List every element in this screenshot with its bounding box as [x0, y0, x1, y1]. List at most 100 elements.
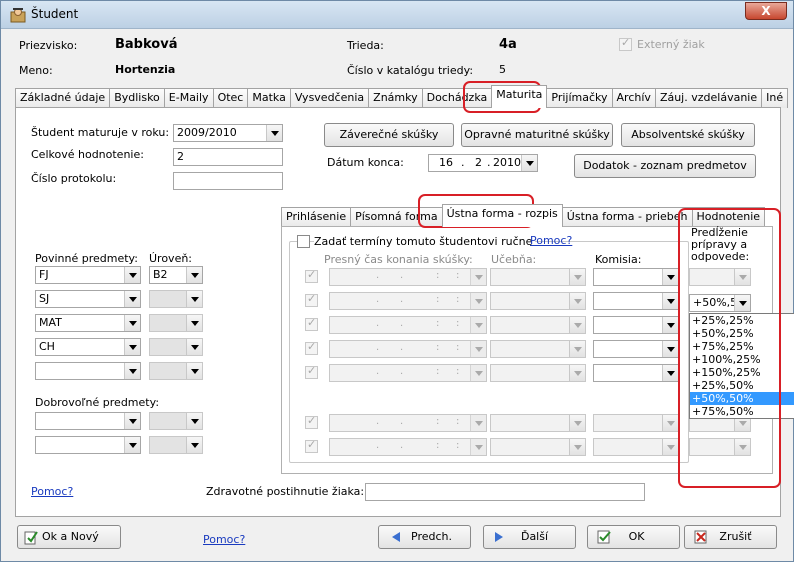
tab-z-kladn-daje[interactable]: Základné údaje: [15, 88, 111, 108]
ucebna-select[interactable]: [490, 292, 586, 310]
arrow-left-icon: [392, 532, 400, 542]
row-checkbox[interactable]: [305, 316, 318, 331]
povinne-label: Povinné predmety:: [35, 252, 138, 265]
student-window: Študent X Priezvisko: Babková Meno: Hort…: [0, 0, 794, 562]
chevron-down-icon: [186, 437, 202, 453]
time-separator: .: [376, 342, 380, 353]
time-separator: :: [436, 440, 440, 451]
ucebna-select[interactable]: [490, 414, 586, 432]
tab-zn-mky[interactable]: Známky: [368, 88, 423, 108]
cas-picker[interactable]: ..::: [329, 340, 487, 358]
uroven-select[interactable]: [149, 290, 203, 308]
tab-otec[interactable]: Otec: [212, 88, 249, 108]
cas-picker[interactable]: ..::: [329, 316, 487, 334]
dobrovolny-predmet-select[interactable]: [35, 412, 141, 430]
tab-z-uj-vzdel-vanie[interactable]: Záuj. vzdelávanie: [654, 88, 763, 108]
dalsi-button[interactable]: Ďalší: [483, 525, 576, 549]
povinny-predmet-select[interactable]: SJ: [35, 290, 141, 308]
time-separator: .: [400, 416, 404, 427]
time-separator: :: [436, 270, 440, 281]
uroven-select[interactable]: [149, 362, 203, 380]
tab-e-maily[interactable]: E-Maily: [163, 88, 214, 108]
dobrovolny-predmet-select[interactable]: [35, 436, 141, 454]
protokol-input[interactable]: [173, 172, 283, 190]
povinny-predmet-select[interactable]: CH: [35, 338, 141, 356]
zdravotne-input[interactable]: [365, 483, 645, 501]
row-checkbox[interactable]: [305, 268, 318, 283]
predlzenie-highlight: [678, 208, 781, 488]
row-checkbox[interactable]: [305, 292, 318, 307]
komisia-label: Komisia:: [595, 253, 642, 266]
opravne-skusky-button[interactable]: Opravné maturitné skúšky: [461, 123, 613, 147]
chevron-down-icon: [124, 291, 140, 307]
cas-picker[interactable]: ..::: [329, 414, 487, 432]
dodatok-button[interactable]: Dodatok - zoznam predmetov: [574, 154, 756, 178]
ucebna-select[interactable]: [490, 340, 586, 358]
povinny-predmet-select[interactable]: [35, 362, 141, 380]
chevron-down-icon: [186, 363, 202, 379]
komisia-select[interactable]: [593, 364, 679, 382]
komisia-select[interactable]: [593, 438, 679, 456]
uroven-select[interactable]: [149, 436, 203, 454]
subtab-0[interactable]: Prihlásenie: [281, 207, 352, 227]
ucebna-select[interactable]: [490, 438, 586, 456]
uroven-select[interactable]: [149, 412, 203, 430]
tab-bydlisko[interactable]: Bydlisko: [109, 88, 165, 108]
ucebna-select[interactable]: [490, 364, 586, 382]
cas-picker[interactable]: ..::: [329, 438, 487, 456]
predch-button[interactable]: Predch.: [378, 525, 471, 549]
tab-in-[interactable]: Iné: [761, 88, 789, 108]
uroven-select[interactable]: [149, 314, 203, 332]
zrusit-button[interactable]: Zrušiť: [684, 525, 777, 549]
povinny-predmet-select[interactable]: MAT: [35, 314, 141, 332]
absolventske-skusky-button[interactable]: Absolventské skúšky: [621, 123, 755, 147]
zadat-label: Zadať termíny tomuto študentovi ručne: [314, 235, 536, 248]
ucebna-select[interactable]: [490, 316, 586, 334]
check-icon: [597, 530, 611, 544]
tab-arch-v[interactable]: Archív: [611, 88, 656, 108]
trieda-label: Trieda:: [347, 39, 384, 52]
close-button[interactable]: X: [745, 2, 787, 20]
komisia-select[interactable]: [593, 292, 679, 310]
time-separator: :: [436, 416, 440, 427]
komisia-select[interactable]: [593, 414, 679, 432]
tab-maturita[interactable]: Maturita: [491, 85, 548, 108]
main-tab-strip: Základné údaje Bydlisko E-Maily Otec Matka Vy…: [15, 85, 789, 108]
row-checkbox[interactable]: [305, 340, 318, 355]
uroven-select[interactable]: [149, 338, 203, 356]
komisia-select[interactable]: [593, 340, 679, 358]
externy-checkbox[interactable]: [619, 36, 632, 51]
povinny-predmet-select[interactable]: FJ: [35, 266, 141, 284]
cas-picker[interactable]: ..::: [329, 364, 487, 382]
datum-picker[interactable]: 16 . 2 . 2010: [428, 154, 538, 172]
pomoc-link[interactable]: Pomoc?: [31, 485, 73, 498]
tab-matka[interactable]: Matka: [247, 88, 291, 108]
cas-picker[interactable]: ..::: [329, 268, 487, 286]
rozpis-pomoc-link[interactable]: Pomoc?: [530, 234, 572, 247]
row-checkbox[interactable]: [305, 364, 318, 379]
chevron-down-icon: [662, 341, 678, 357]
cas-picker[interactable]: ..::: [329, 292, 487, 310]
row-checkbox[interactable]: [305, 414, 318, 429]
tab-vysved-enia[interactable]: Vysvedčenia: [289, 88, 370, 108]
subtab-3[interactable]: Ústna forma - priebeh: [561, 207, 693, 227]
footer-pomoc-link[interactable]: Pomoc?: [203, 533, 245, 546]
time-separator: .: [376, 416, 380, 427]
row-checkbox[interactable]: [305, 438, 318, 453]
cislo-value: 5: [499, 63, 506, 76]
tab-prij-ma-ky[interactable]: Prijímačky: [546, 88, 613, 108]
ucebna-select[interactable]: [490, 268, 586, 286]
rok-select[interactable]: 2009/2010: [173, 124, 283, 142]
hodnotenie-label: Celkové hodnotenie:: [31, 148, 144, 161]
zaverecne-skusky-button[interactable]: Záverečné skúšky: [324, 123, 454, 147]
subtab-2[interactable]: Ústna forma - rozpis: [441, 204, 563, 227]
zadat-checkbox[interactable]: [297, 235, 310, 248]
komisia-select[interactable]: [593, 268, 679, 286]
uroven-select[interactable]: B2: [149, 266, 203, 284]
ok-novy-button[interactable]: Ok a Nový: [17, 525, 121, 549]
ucebna-label: Učebňa:: [491, 253, 537, 266]
komisia-select[interactable]: [593, 316, 679, 334]
hodnotenie-input[interactable]: 2: [173, 148, 283, 166]
student-app-icon: [10, 8, 26, 23]
ok-button[interactable]: OK: [587, 525, 680, 549]
